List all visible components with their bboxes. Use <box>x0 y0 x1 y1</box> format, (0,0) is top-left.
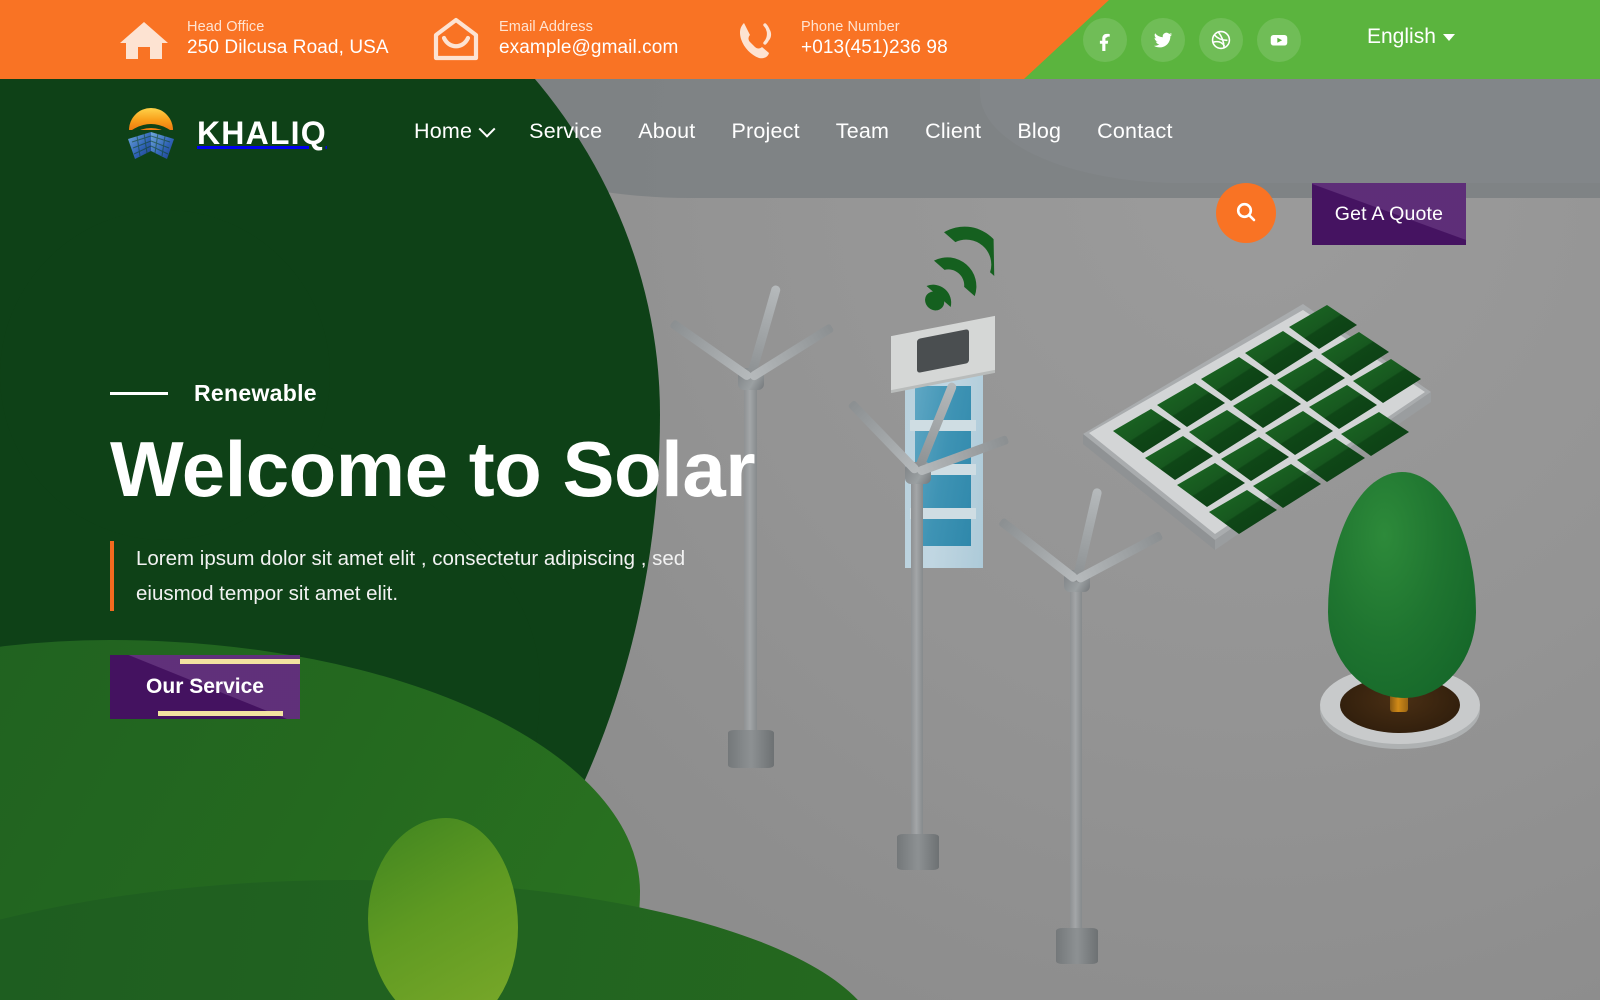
search-button[interactable] <box>1216 183 1276 243</box>
language-label: English <box>1367 25 1436 48</box>
nav-item-about[interactable]: About <box>620 119 713 144</box>
chevron-down-icon <box>1442 33 1455 41</box>
topbar-info-phone: Phone Number +013(451)236 98 <box>732 13 948 65</box>
eyebrow-dash-icon <box>110 392 168 395</box>
nav-item-blog[interactable]: Blog <box>999 119 1079 144</box>
logo-sun-panel-icon <box>118 103 184 163</box>
navbar: KHALIQ Home Service About Project Team C… <box>0 79 1600 245</box>
social-links <box>1083 18 1301 62</box>
youtube-icon[interactable] <box>1257 18 1301 62</box>
language-selector[interactable]: English <box>1367 25 1455 49</box>
our-service-button[interactable]: Our Service <box>110 655 300 720</box>
wind-turbine <box>998 487 1202 964</box>
topbar-info-label: Head Office <box>187 19 265 36</box>
topbar-info-value: example@gmail.com <box>499 37 679 59</box>
topbar-info-head-office: Head Office 250 Dilcusa Road, USA <box>118 13 389 65</box>
get-a-quote-label: Get A Quote <box>1334 202 1444 225</box>
top-bar: Head Office 250 Dilcusa Road, USA Email … <box>0 0 1600 79</box>
nav-item-label: Home <box>414 119 473 143</box>
our-service-button-label: Our Service <box>146 675 264 699</box>
hero-content: Renewable Welcome to Solar Lorem ipsum d… <box>110 380 870 720</box>
main-menu: Home Service About Project Team Client B… <box>396 119 1191 144</box>
get-a-quote-button[interactable]: Get A Quote <box>1312 183 1466 245</box>
dribbble-icon[interactable] <box>1199 18 1243 62</box>
search-icon <box>1234 200 1258 227</box>
button-accent-bottom <box>158 711 283 717</box>
hero-title: Welcome to Solar <box>110 425 756 513</box>
nav-item-home[interactable]: Home <box>396 119 511 144</box>
chevron-down-icon <box>478 120 496 138</box>
nav-item-team[interactable]: Team <box>818 119 907 144</box>
button-accent-top <box>180 659 300 665</box>
potted-tree <box>1312 472 1492 762</box>
topbar-info-label: Email Address <box>499 19 593 36</box>
page-root: Renewable Welcome to Solar Lorem ipsum d… <box>0 0 1600 1000</box>
phone-icon <box>732 13 784 65</box>
logo-text: KHALIQ <box>197 114 327 151</box>
topbar-info-email: Email Address example@gmail.com <box>430 13 678 65</box>
hero-eyebrow-text: Renewable <box>194 380 317 406</box>
facebook-icon[interactable] <box>1083 18 1127 62</box>
logo[interactable]: KHALIQ <box>118 103 327 163</box>
hero-eyebrow: Renewable <box>110 380 870 407</box>
nav-item-client[interactable]: Client <box>907 119 999 144</box>
hero-description: Lorem ipsum dolor sit amet elit , consec… <box>110 540 760 612</box>
nav-item-project[interactable]: Project <box>713 119 817 144</box>
email-icon <box>430 13 482 65</box>
nav-item-contact[interactable]: Contact <box>1079 119 1191 144</box>
nav-item-service[interactable]: Service <box>511 119 620 144</box>
twitter-icon[interactable] <box>1141 18 1185 62</box>
topbar-info-value: 250 Dilcusa Road, USA <box>187 37 389 59</box>
wifi-signal-icon <box>873 205 1005 322</box>
home-icon <box>118 13 170 65</box>
topbar-info-label: Phone Number <box>801 19 900 36</box>
topbar-info-value: +013(451)236 98 <box>801 37 948 59</box>
